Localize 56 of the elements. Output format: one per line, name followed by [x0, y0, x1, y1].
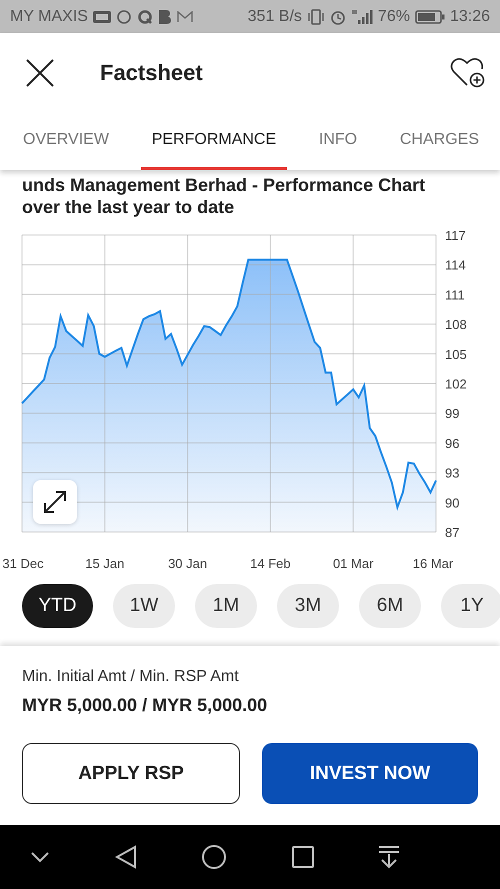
heart-plus-icon[interactable] — [450, 57, 486, 89]
y-axis-label: 108 — [445, 317, 467, 332]
y-axis-label: 96 — [445, 436, 460, 451]
page-title: Factsheet — [100, 60, 204, 86]
app-icon — [136, 8, 153, 24]
carrier-name: MY MAXIS — [10, 8, 88, 26]
chevron-down-icon[interactable] — [30, 851, 50, 863]
y-axis-label: 99 — [445, 406, 460, 422]
x-axis-label: 31 Dec — [2, 556, 44, 571]
period-chip[interactable]: 6M — [359, 584, 421, 628]
close-icon[interactable] — [25, 58, 55, 88]
home-icon[interactable] — [201, 844, 227, 870]
x-axis-label: 15 Jan — [85, 556, 124, 571]
circle-icon — [116, 8, 132, 24]
x-axis-label: 30 Jan — [168, 556, 208, 571]
y-axis-label: 90 — [445, 495, 460, 510]
volte-icon — [92, 10, 111, 22]
y-axis-label: 105 — [445, 346, 467, 362]
y-axis-label: 111 — [445, 287, 465, 302]
y-axis-label: 102 — [445, 376, 467, 392]
y-axis-label: 93 — [445, 466, 460, 481]
x-axis-label: 16 Mar — [412, 556, 454, 571]
period-chip[interactable]: 1Y — [441, 584, 500, 628]
period-chip[interactable]: 1W — [113, 584, 175, 628]
network-speed: 351 B/s — [248, 8, 302, 26]
notification-pull-icon[interactable] — [378, 845, 400, 869]
battery-icon — [414, 10, 445, 24]
x-axis-label: 14 Feb — [250, 556, 291, 571]
tab[interactable]: INFO — [308, 113, 368, 170]
alarm-icon — [330, 8, 346, 24]
chart-title: over the last year to date — [21, 196, 236, 218]
invest-button[interactable]: INVEST NOW — [262, 743, 478, 804]
period-chip[interactable]: 1M — [195, 584, 257, 628]
tab[interactable]: PERFORMANCE — [140, 113, 288, 170]
battery-percent: 76% — [378, 8, 410, 26]
signal-icon — [350, 8, 373, 24]
minimum-amount-value: MYR 5,000.00 / MYR 5,000.00 — [22, 695, 268, 716]
tab[interactable]: CHARGES — [388, 113, 490, 170]
y-axis-label: 117 — [445, 228, 466, 243]
vibrate-icon — [306, 8, 325, 24]
minimum-amount-label: Min. Initial Amt / Min. RSP Amt — [22, 668, 240, 686]
period-chip[interactable]: 3M — [277, 584, 339, 628]
x-axis-label: 01 Mar — [332, 556, 374, 571]
back-icon[interactable] — [114, 845, 136, 869]
tab[interactable]: OVERVIEW — [12, 113, 120, 170]
expand-icon — [42, 489, 68, 515]
recents-icon[interactable] — [292, 846, 314, 868]
y-axis-label: 87 — [445, 525, 460, 540]
expand-button[interactable] — [33, 480, 77, 524]
period-chip[interactable]: YTD — [22, 584, 93, 628]
y-axis-label: 114 — [445, 258, 466, 273]
clock: 13:26 — [450, 8, 490, 26]
mail-icon — [176, 10, 193, 22]
chart-title: unds Management Berhad - Performance Chart — [22, 174, 426, 196]
apply-button[interactable]: APPLY RSP — [22, 743, 240, 804]
app-icon — [158, 8, 172, 24]
